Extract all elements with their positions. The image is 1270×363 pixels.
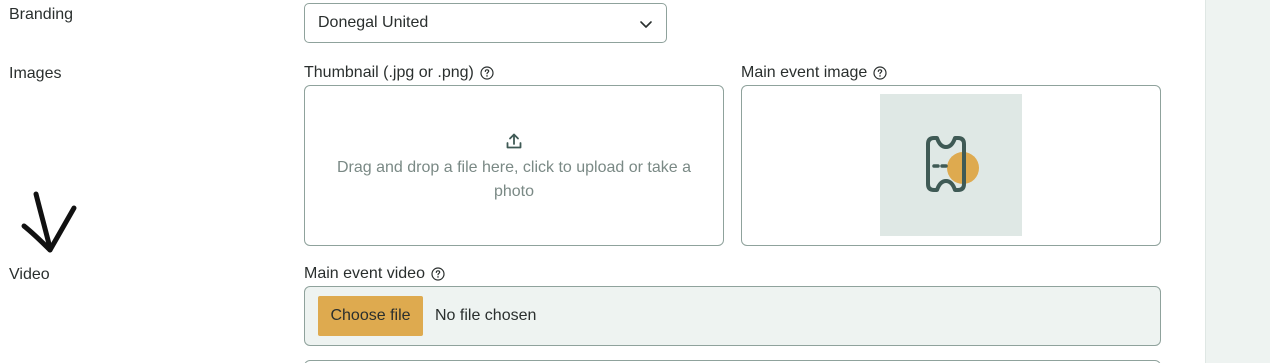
thumbnail-label-text: Thumbnail (.jpg or .png) xyxy=(304,64,474,81)
main-image-preview xyxy=(880,94,1022,236)
branding-selected-value: Donegal United xyxy=(318,14,429,31)
main-video-file-input[interactable]: Choose file No file chosen xyxy=(304,286,1161,346)
event-form-page: Branding Donegal United Images Thumbnail… xyxy=(0,0,1270,363)
ticket-icon xyxy=(926,136,979,192)
upload-icon xyxy=(506,133,522,148)
choose-file-button[interactable]: Choose file xyxy=(318,296,423,336)
thumbnail-field-label: Thumbnail (.jpg or .png) xyxy=(304,64,494,82)
branding-select[interactable]: Donegal United xyxy=(304,3,667,43)
main-video-field-label: Main event video xyxy=(304,265,445,283)
help-circle-icon[interactable] xyxy=(431,267,445,281)
main-image-upload[interactable] xyxy=(741,85,1161,246)
help-circle-icon[interactable] xyxy=(873,66,887,80)
hand-drawn-arrow-icon xyxy=(21,191,77,253)
branding-row-label: Branding xyxy=(9,6,74,23)
thumbnail-dropzone[interactable]: Drag and drop a file here, click to uplo… xyxy=(304,85,724,246)
video-row-label: Video xyxy=(9,266,50,283)
help-circle-icon[interactable] xyxy=(480,66,494,80)
images-row-label: Images xyxy=(9,65,62,82)
main-image-label-text: Main event image xyxy=(741,64,868,81)
right-side-panel xyxy=(1205,0,1270,363)
main-video-label-text: Main event video xyxy=(304,265,425,282)
main-image-field-label: Main event image xyxy=(741,64,887,82)
chevron-down-icon xyxy=(640,21,652,28)
no-file-chosen-text: No file chosen xyxy=(435,307,537,324)
dropzone-instruction-text: Drag and drop a file here, click to uplo… xyxy=(337,158,691,200)
